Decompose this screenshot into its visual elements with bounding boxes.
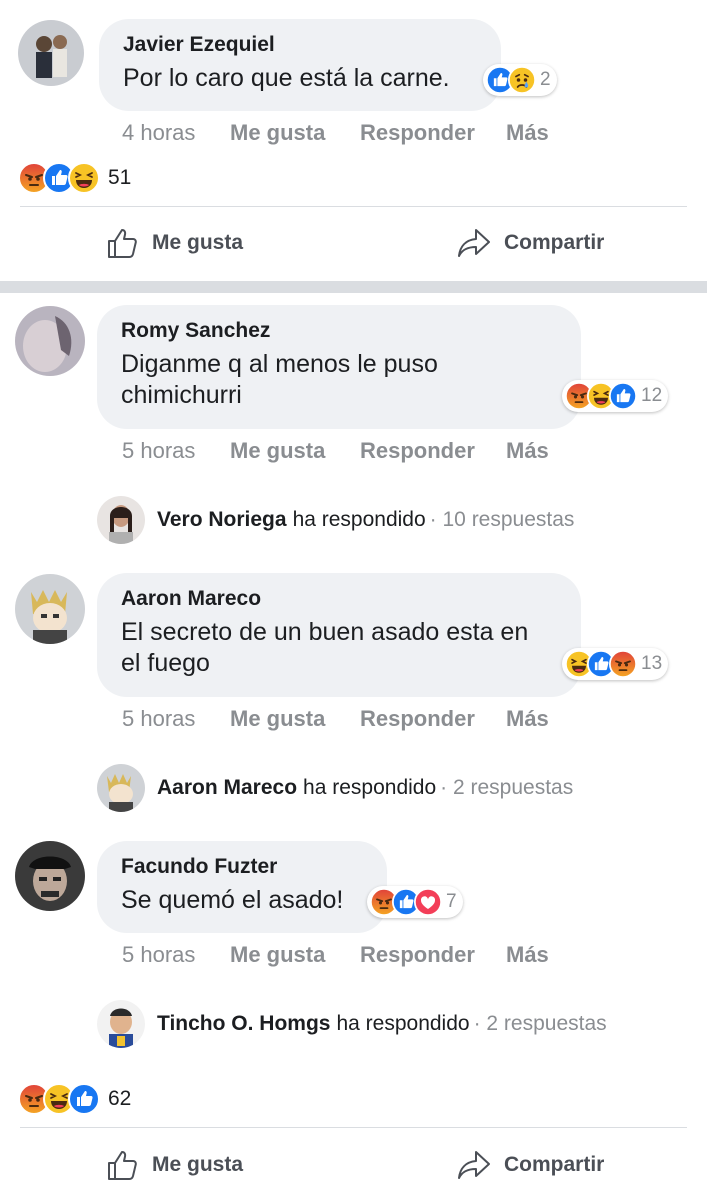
comment-more-button[interactable]: Más bbox=[506, 706, 549, 732]
comment-actions: 5 horas Me gusta Responder Más bbox=[122, 706, 549, 732]
comment-bubble: Aaron Mareco El secreto de un buen asado… bbox=[97, 573, 581, 697]
post-share-label: Compartir bbox=[504, 1153, 605, 1176]
comment-like-button[interactable]: Me gusta bbox=[230, 942, 360, 968]
comment-more-button[interactable]: Más bbox=[506, 942, 549, 968]
reaction-count: 2 bbox=[540, 69, 551, 90]
replies-link[interactable]: Tincho O. Homgs ha respondido · 2 respue… bbox=[97, 1000, 607, 1048]
divider bbox=[20, 206, 687, 207]
avatar[interactable] bbox=[18, 20, 84, 86]
avatar[interactable] bbox=[15, 306, 85, 376]
comment-actions: 5 horas Me gusta Responder Más bbox=[122, 438, 549, 464]
reply-text: ha respondido bbox=[292, 508, 426, 531]
comment-text: El secreto de un buen asado esta en el f… bbox=[121, 618, 529, 677]
comment-time[interactable]: 4 horas bbox=[122, 120, 230, 146]
post-like-button[interactable]: Me gusta bbox=[106, 226, 243, 260]
comment-time[interactable]: 5 horas bbox=[122, 942, 230, 968]
comment-time[interactable]: 5 horas bbox=[122, 438, 230, 464]
reply-text: ha respondido bbox=[336, 1012, 470, 1035]
reply-avatar bbox=[97, 496, 145, 544]
comment-text: Diganme q al menos le puso chimichurri bbox=[121, 350, 438, 409]
comment-actions: 5 horas Me gusta Responder Más bbox=[122, 942, 549, 968]
comment-time[interactable]: 5 horas bbox=[122, 706, 230, 732]
reply-count: · 10 respuestas bbox=[429, 508, 575, 531]
comment-author[interactable]: Aaron Mareco bbox=[121, 587, 557, 611]
comment-author[interactable]: Facundo Fuzter bbox=[121, 855, 363, 879]
post-share-button[interactable]: Compartir bbox=[456, 1148, 604, 1182]
comment-like-button[interactable]: Me gusta bbox=[230, 706, 360, 732]
comment-reactions[interactable]: 13 bbox=[562, 648, 669, 680]
reply-avatar bbox=[97, 764, 145, 812]
comment-text: Por lo caro que está la carne. bbox=[123, 64, 450, 92]
thumbs-up-icon bbox=[108, 229, 137, 258]
comment-bubble: Romy Sanchez Diganme q al menos le puso … bbox=[97, 305, 581, 429]
post-like-button[interactable]: Me gusta bbox=[106, 1148, 243, 1182]
comment-reply-button[interactable]: Responder bbox=[360, 120, 506, 146]
comment-text: Se quemó el asado! bbox=[121, 886, 344, 914]
comment-reply-button[interactable]: Responder bbox=[360, 706, 506, 732]
reply-author: Aaron Mareco bbox=[157, 776, 298, 799]
post-reaction-summary[interactable]: 62 bbox=[18, 1083, 131, 1115]
post-separator bbox=[0, 281, 707, 293]
comment-reactions[interactable]: 7 bbox=[367, 886, 463, 918]
like-reaction-icon bbox=[68, 1083, 100, 1115]
reaction-total: 51 bbox=[108, 166, 132, 189]
reply-text: ha respondido bbox=[303, 776, 437, 799]
comment-reactions[interactable]: 12 bbox=[562, 380, 669, 412]
post-like-label: Me gusta bbox=[152, 231, 244, 254]
post-share-button[interactable]: Compartir bbox=[456, 226, 604, 260]
reply-author: Vero Noriega bbox=[157, 508, 287, 531]
love-reaction-icon bbox=[414, 888, 442, 916]
reaction-total: 62 bbox=[108, 1087, 132, 1110]
reaction-count: 13 bbox=[641, 653, 663, 674]
like-reaction-icon bbox=[609, 382, 637, 410]
reply-count: · 2 respuestas bbox=[440, 776, 574, 799]
reply-author: Tincho O. Homgs bbox=[157, 1012, 331, 1035]
post-reaction-summary[interactable]: 51 bbox=[18, 162, 131, 194]
comment-author[interactable]: Romy Sanchez bbox=[121, 319, 557, 343]
haha-reaction-icon bbox=[68, 162, 100, 194]
comment-reply-button[interactable]: Responder bbox=[360, 438, 506, 464]
post-like-label: Me gusta bbox=[152, 1153, 244, 1176]
avatar[interactable] bbox=[15, 574, 85, 644]
comment-like-button[interactable]: Me gusta bbox=[230, 438, 360, 464]
reply-avatar bbox=[97, 1000, 145, 1048]
replies-link[interactable]: Aaron Mareco ha respondido · 2 respuesta… bbox=[97, 764, 573, 812]
share-icon bbox=[458, 1151, 490, 1179]
post-share-label: Compartir bbox=[504, 231, 605, 254]
comment-reply-button[interactable]: Responder bbox=[360, 942, 506, 968]
divider bbox=[20, 1127, 687, 1128]
comment-author[interactable]: Javier Ezequiel bbox=[123, 33, 477, 57]
comment-like-button[interactable]: Me gusta bbox=[230, 120, 360, 146]
avatar[interactable] bbox=[15, 841, 85, 911]
thumbs-up-icon bbox=[108, 1151, 137, 1180]
comment-actions: 4 horas Me gusta Responder Más bbox=[122, 120, 549, 146]
comment-more-button[interactable]: Más bbox=[506, 120, 549, 146]
reaction-count: 12 bbox=[641, 385, 663, 406]
comment-reactions[interactable]: 2 bbox=[483, 64, 557, 96]
comment-more-button[interactable]: Más bbox=[506, 438, 549, 464]
comment-bubble: Facundo Fuzter Se quemó el asado! bbox=[97, 841, 387, 933]
reaction-count: 7 bbox=[446, 891, 457, 912]
comment-bubble: Javier Ezequiel Por lo caro que está la … bbox=[99, 19, 501, 111]
sad-reaction-icon bbox=[508, 66, 536, 94]
share-icon bbox=[458, 229, 490, 257]
angry-reaction-icon bbox=[609, 650, 637, 678]
reply-count: · 2 respuestas bbox=[473, 1012, 607, 1035]
replies-link[interactable]: Vero Noriega ha respondido · 10 respuest… bbox=[97, 496, 574, 544]
